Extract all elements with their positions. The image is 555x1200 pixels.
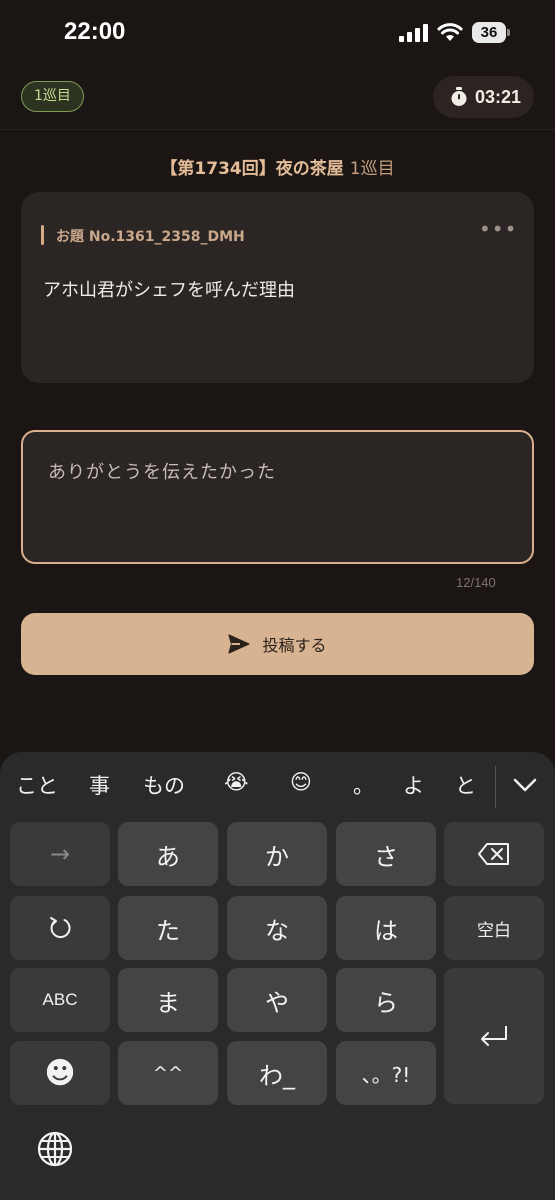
key-ha[interactable]: は	[336, 896, 436, 960]
emoji-key[interactable]: ☻	[10, 1041, 110, 1105]
key-ma[interactable]: ま	[118, 968, 218, 1032]
key-ka[interactable]: か	[227, 822, 327, 886]
key-ta[interactable]: た	[118, 896, 218, 960]
send-icon	[228, 634, 251, 654]
return-icon	[481, 1026, 507, 1046]
key-ya[interactable]: や	[227, 968, 327, 1032]
suggestion-item[interactable]: 😭	[224, 770, 249, 794]
suggestion-item[interactable]: よ	[403, 770, 424, 800]
stopwatch-icon	[451, 87, 467, 106]
cursor-right-key[interactable]: →	[10, 822, 110, 886]
return-key[interactable]	[444, 968, 544, 1104]
chevron-down-icon[interactable]	[512, 776, 538, 794]
suggestion-item[interactable]: こと	[16, 770, 58, 800]
status-bar: 22:00 36	[0, 0, 555, 64]
key-a[interactable]: あ	[118, 822, 218, 886]
key-sa[interactable]: さ	[336, 822, 436, 886]
globe-icon[interactable]	[36, 1130, 74, 1168]
timer-pill: 03:21	[433, 76, 534, 118]
key-na[interactable]: な	[227, 896, 327, 960]
round-badge: 1巡目	[21, 81, 84, 112]
submit-label: 投稿する	[262, 636, 327, 655]
battery-level: 36	[472, 22, 506, 43]
backspace-icon	[478, 843, 509, 865]
punctuation-key[interactable]: 、。?!	[336, 1041, 436, 1105]
suggestion-bar: こと 事 もの 😭 😊 。 よ と	[0, 752, 555, 818]
backspace-key[interactable]	[444, 822, 544, 886]
prompt-label: お題 No.1361_2358_DMH	[56, 229, 245, 245]
suggestion-item[interactable]: 事	[89, 770, 110, 800]
timer-value: 03:21	[475, 87, 522, 107]
key-wa[interactable]: わ_	[227, 1041, 327, 1105]
wifi-icon	[437, 23, 463, 41]
suggestion-item[interactable]: もの	[143, 770, 185, 800]
keyboard: こと 事 もの 😭 😊 。 よ と → あ か さ た な は 空白 ABC ま…	[0, 752, 555, 1200]
key-ra[interactable]: ら	[336, 968, 436, 1032]
suggestion-item[interactable]: と	[455, 770, 476, 800]
suggestion-item[interactable]: 。	[353, 770, 374, 800]
status-time: 22:00	[64, 18, 126, 45]
prompt-accent-bar	[41, 225, 44, 245]
game-title: 【第1734回】夜の茶屋 1巡目	[0, 154, 555, 179]
abc-key[interactable]: ABC	[10, 968, 110, 1032]
prompt-card: お題 No.1361_2358_DMH ••• アホ山君がシェフを呼んだ理由	[21, 192, 534, 383]
app-header: 1巡目 03:21	[0, 66, 555, 130]
suggestion-item[interactable]: 😊	[290, 770, 312, 794]
answer-text[interactable]: ありがとうを伝えたかった	[48, 458, 276, 484]
cellular-signal-icon	[399, 24, 428, 42]
game-round: 1巡目	[349, 159, 395, 179]
battery-icon: 36	[472, 22, 510, 43]
undo-icon	[50, 917, 71, 939]
dakuten-key[interactable]: ^^	[118, 1041, 218, 1105]
more-options-icon[interactable]: •••	[479, 219, 516, 242]
prompt-text: アホ山君がシェフを呼んだ理由	[43, 280, 295, 301]
submit-button[interactable]: 投稿する	[21, 613, 534, 675]
character-count: 12/140	[456, 575, 496, 590]
game-name: 【第1734回】夜の茶屋	[160, 159, 344, 179]
undo-key[interactable]	[10, 896, 110, 960]
answer-input[interactable]: ありがとうを伝えたかった	[21, 430, 534, 564]
space-key[interactable]: 空白	[444, 896, 544, 960]
